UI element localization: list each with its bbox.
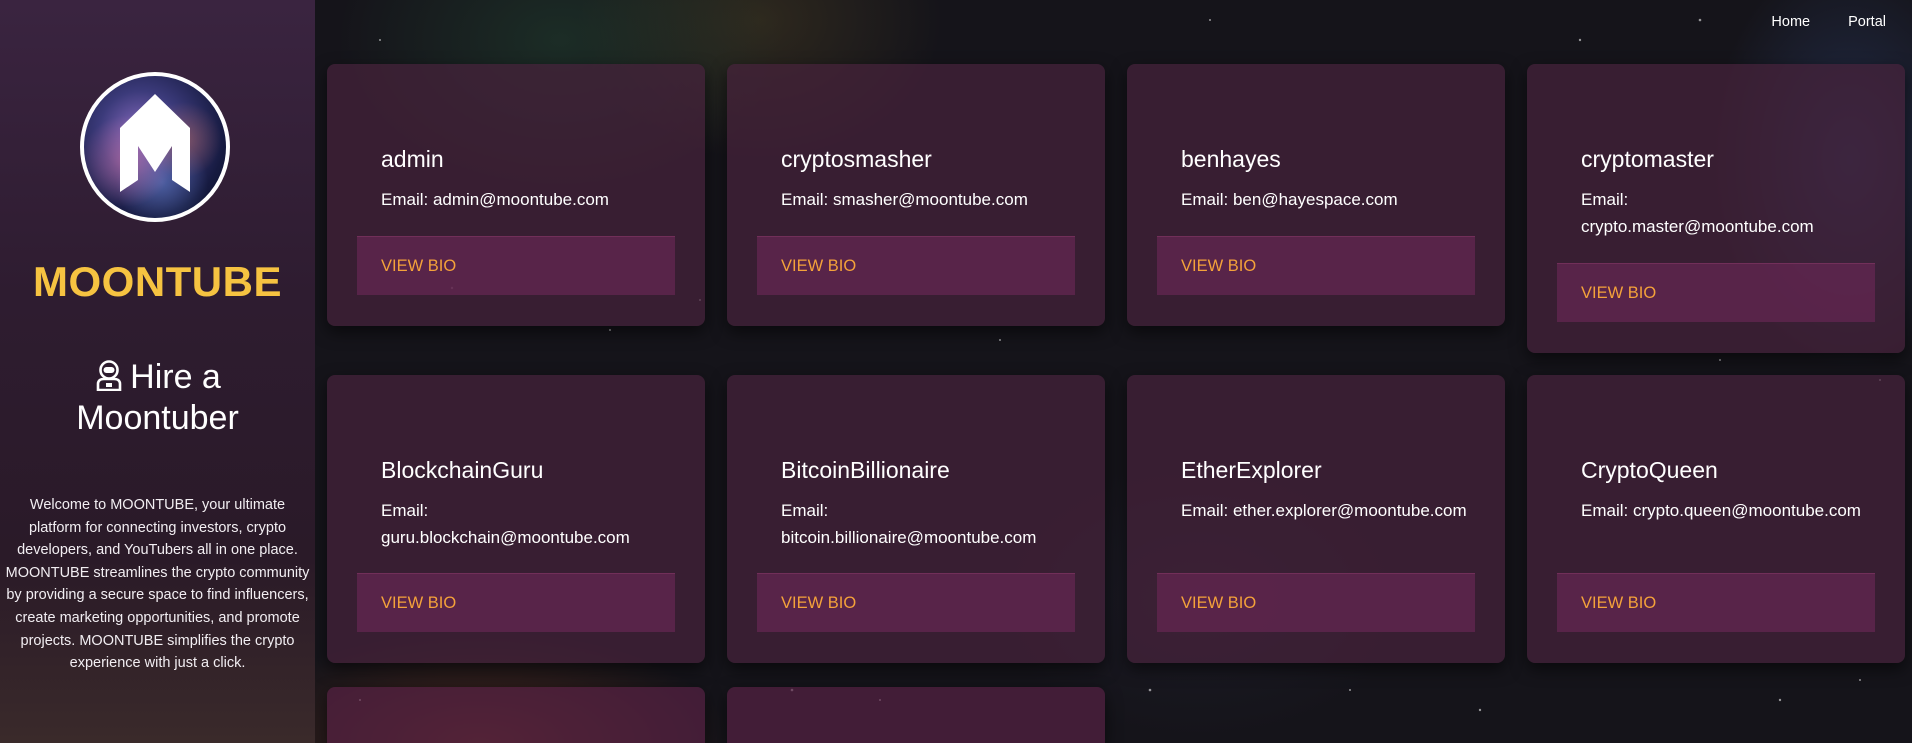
- card-email: Email: crypto.queen@moontube.com: [1581, 501, 1861, 520]
- top-nav: Home Portal: [1771, 14, 1886, 30]
- view-bio-button[interactable]: VIEW BIO: [1157, 236, 1475, 295]
- logo-m-icon: [120, 94, 190, 192]
- card-name: CryptoQueen: [1581, 457, 1718, 483]
- card-name: BitcoinBillionaire: [781, 457, 950, 483]
- brand-title: MOONTUBE: [33, 258, 282, 305]
- card-email: Email: guru.blockchain@moontube.com: [381, 501, 630, 547]
- profile-card-cryptoqueen: CryptoQueen Email: crypto.queen@moontube…: [1527, 375, 1905, 663]
- card-name: admin: [381, 146, 444, 172]
- card-email: Email: ben@hayespace.com: [1181, 190, 1398, 209]
- view-bio-button[interactable]: VIEW BIO: [357, 573, 675, 632]
- profile-card-cryptosmasher: cryptosmasher Email: smasher@moontube.co…: [727, 64, 1105, 326]
- card-email: Email: ether.explorer@moontube.com: [1181, 501, 1467, 520]
- card-name: cryptosmasher: [781, 146, 932, 172]
- welcome-text: Welcome to MOONTUBE, your ultimate platf…: [5, 497, 310, 672]
- card-email: Email: crypto.master@moontube.com: [1581, 190, 1814, 236]
- card-name: benhayes: [1181, 146, 1281, 172]
- card-name: cryptomaster: [1581, 146, 1714, 172]
- profile-card-partial: [727, 687, 1105, 743]
- view-bio-button[interactable]: VIEW BIO: [757, 236, 1075, 295]
- nav-portal-link[interactable]: Portal: [1848, 14, 1886, 30]
- card-email: Email: admin@moontube.com: [381, 190, 609, 209]
- card-email: Email: bitcoin.billionaire@moontube.com: [781, 501, 1037, 547]
- card-name: EtherExplorer: [1181, 457, 1322, 483]
- moontube-logo: [80, 72, 230, 222]
- card-name: BlockchainGuru: [381, 457, 544, 483]
- sidebar: MOONTUBE Hire a Moontuber Welcome to MOO…: [0, 0, 315, 743]
- profile-card-partial: [327, 687, 705, 743]
- profile-card-admin: admin Email: admin@moontube.com VIEW BIO: [327, 64, 705, 326]
- astronaut-icon: [94, 359, 124, 399]
- nav-home-link[interactable]: Home: [1771, 14, 1810, 30]
- profile-card-cryptomaster: cryptomaster Email: crypto.master@moontu…: [1527, 64, 1905, 353]
- card-email: Email: smasher@moontube.com: [781, 190, 1028, 209]
- view-bio-button[interactable]: VIEW BIO: [757, 573, 1075, 632]
- profile-card-etherexplorer: EtherExplorer Email: ether.explorer@moon…: [1127, 375, 1505, 663]
- view-bio-button[interactable]: VIEW BIO: [1557, 573, 1875, 632]
- profile-card-bitcoinbillionaire: BitcoinBillionaire Email: bitcoin.billio…: [727, 375, 1105, 663]
- profile-card-blockchainguru: BlockchainGuru Email: guru.blockchain@mo…: [327, 375, 705, 663]
- view-bio-button[interactable]: VIEW BIO: [1557, 263, 1875, 322]
- page-heading: Hire a Moontuber: [30, 358, 285, 437]
- profile-card-benhayes: benhayes Email: ben@hayespace.com VIEW B…: [1127, 64, 1505, 326]
- view-bio-button[interactable]: VIEW BIO: [1157, 573, 1475, 632]
- view-bio-button[interactable]: VIEW BIO: [357, 236, 675, 295]
